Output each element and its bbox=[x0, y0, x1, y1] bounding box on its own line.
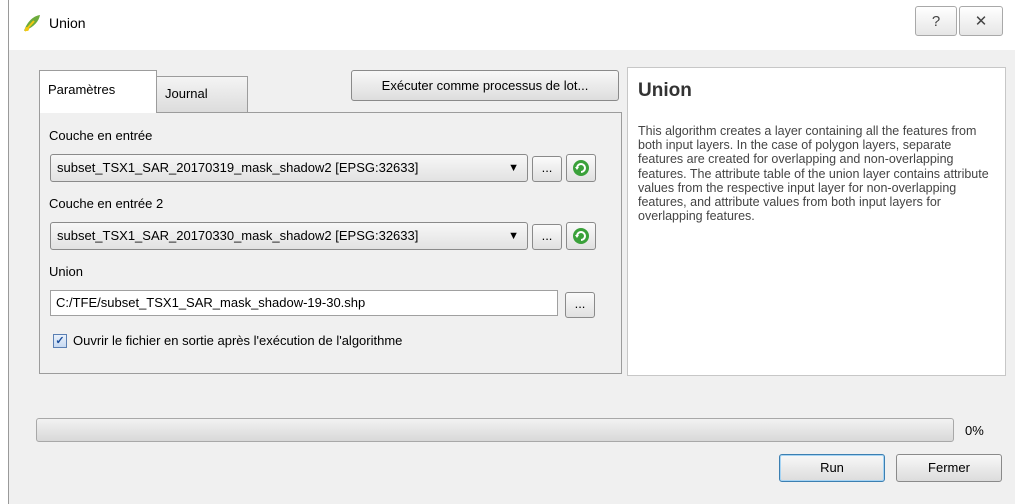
help-title: Union bbox=[638, 80, 692, 101]
output-browse-button[interactable]: ... bbox=[565, 292, 595, 318]
input2-label: Couche en entrée 2 bbox=[49, 196, 164, 211]
chevron-down-icon: ▼ bbox=[508, 162, 519, 174]
dialog-window: Union ? ✕ Journal Paramètres Exécuter co… bbox=[8, 0, 1015, 504]
input1-browse-button[interactable]: ... bbox=[532, 156, 562, 182]
qgis-icon bbox=[21, 12, 43, 34]
close-button[interactable]: Fermer bbox=[896, 454, 1002, 482]
batch-process-button[interactable]: Exécuter comme processus de lot... bbox=[351, 70, 619, 101]
output-label: Union bbox=[49, 264, 83, 279]
input1-iterate-button[interactable] bbox=[566, 154, 596, 182]
close-window-button[interactable]: ✕ bbox=[959, 6, 1003, 36]
refresh-icon bbox=[573, 228, 589, 244]
title-bar: Union ? ✕ bbox=[9, 0, 1015, 50]
progress-percent: 0% bbox=[965, 423, 984, 438]
window-title: Union bbox=[49, 15, 86, 31]
input2-iterate-button[interactable] bbox=[566, 222, 596, 250]
help-button[interactable]: ? bbox=[915, 6, 957, 36]
input2-select[interactable]: subset_TSX1_SAR_20170330_mask_shadow2 [E… bbox=[50, 222, 528, 250]
input1-select[interactable]: subset_TSX1_SAR_20170319_mask_shadow2 [E… bbox=[50, 154, 528, 182]
help-panel: Union This algorithm creates a layer con… bbox=[627, 67, 1006, 376]
chevron-down-icon: ▼ bbox=[508, 230, 519, 242]
open-output-label: Ouvrir le fichier en sortie après l'exéc… bbox=[73, 333, 403, 348]
tab-journal[interactable]: Journal bbox=[156, 76, 248, 112]
question-icon: ? bbox=[931, 13, 941, 30]
tab-parametres[interactable]: Paramètres bbox=[39, 70, 157, 113]
refresh-icon bbox=[573, 160, 589, 176]
progress-bar bbox=[36, 418, 954, 442]
input2-browse-button[interactable]: ... bbox=[532, 224, 562, 250]
input1-value: subset_TSX1_SAR_20170319_mask_shadow2 [E… bbox=[57, 160, 419, 175]
input2-value: subset_TSX1_SAR_20170330_mask_shadow2 [E… bbox=[57, 228, 419, 243]
run-button[interactable]: Run bbox=[779, 454, 885, 482]
help-description: This algorithm creates a layer containin… bbox=[638, 124, 989, 224]
close-icon: ✕ bbox=[974, 13, 988, 30]
input1-label: Couche en entrée bbox=[49, 128, 153, 143]
output-file-input[interactable]: C:/TFE/subset_TSX1_SAR_mask_shadow-19-30… bbox=[50, 290, 558, 316]
open-output-checkbox[interactable]: ✓ bbox=[53, 334, 67, 348]
